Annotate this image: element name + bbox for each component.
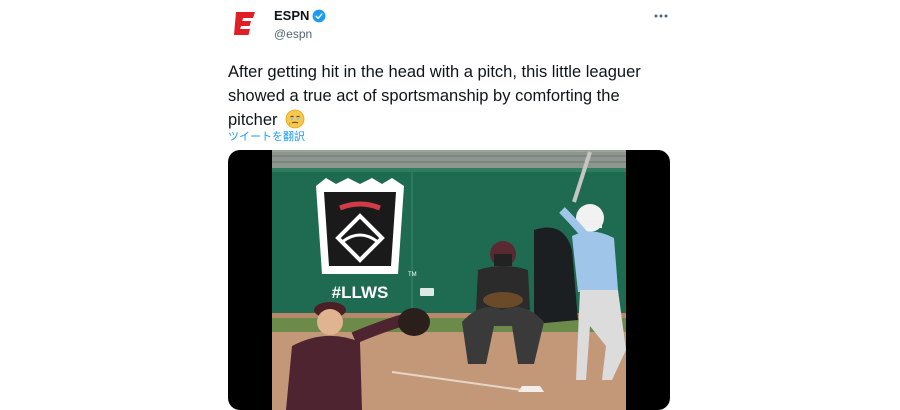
- video-still: #LLWS TM: [272, 150, 626, 410]
- translate-tweet-link[interactable]: ツイートを翻訳: [228, 128, 305, 144]
- verified-badge-icon: [312, 9, 326, 22]
- author-display-name[interactable]: ESPN: [274, 8, 309, 23]
- name-row: ESPN: [274, 8, 326, 23]
- tweet-header: ESPN @espn: [274, 8, 326, 41]
- tweet-text: After getting hit in the head with a pit…: [228, 60, 668, 132]
- wall-trademark: TM: [408, 272, 417, 278]
- wall-hashtag: #LLWS: [332, 283, 389, 302]
- tweet: ESPN @espn After getting hit in the head…: [228, 0, 670, 410]
- more-options-icon[interactable]: [653, 8, 669, 24]
- video-frame[interactable]: #LLWS TM: [272, 150, 626, 410]
- author-avatar[interactable]: [228, 6, 262, 40]
- tweet-video[interactable]: #LLWS TM: [228, 150, 670, 410]
- face-holding-back-tears-icon: [285, 109, 305, 129]
- author-handle[interactable]: @espn: [274, 27, 326, 41]
- espn-logo-icon: [234, 12, 255, 35]
